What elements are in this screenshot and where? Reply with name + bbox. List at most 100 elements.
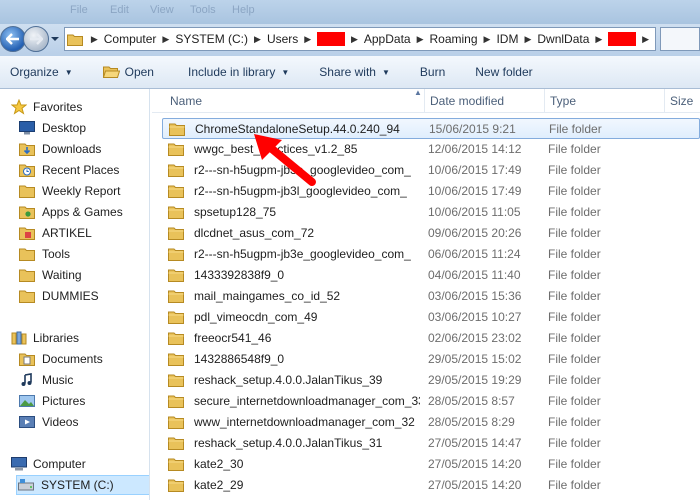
folder-icon	[168, 311, 184, 324]
breadcrumb-separator[interactable]: ▶	[411, 34, 430, 45]
breadcrumb-idm[interactable]: IDM	[496, 32, 518, 46]
refresh-area[interactable]	[660, 27, 700, 51]
nav-dummies[interactable]: DUMMIES	[18, 286, 99, 306]
file-row[interactable]: wwgc_best_practices_v1.2_85 12/06/2015 14…	[162, 139, 700, 160]
open-button[interactable]: Open	[93, 60, 164, 84]
file-date-modified: 02/06/2015 23:02	[428, 331, 522, 345]
breadcrumb-separator[interactable]: ▶	[636, 34, 655, 45]
nav-artikel[interactable]: ARTIKEL	[18, 223, 92, 243]
file-name[interactable]: kate2_30	[194, 454, 420, 475]
file-row[interactable]: kate2_29 27/05/2015 14:20 File folder	[162, 475, 700, 496]
file-row[interactable]: r2---sn-h5ugpm-jb3e_googlevideo_com_ 10/0…	[162, 160, 700, 181]
file-date-modified: 04/06/2015 11:40	[428, 268, 521, 282]
file-row[interactable]: reshack_setup.4.0.0.JalanTikus_31 27/05/2…	[162, 433, 700, 454]
address-bar[interactable]: ▶ Computer ▶ SYSTEM (C:) ▶ Users ▶ ▶ App…	[64, 27, 656, 51]
folder-icon	[168, 479, 184, 492]
file-name[interactable]: www_internetdownloadmanager_com_32	[194, 412, 420, 433]
nav-system-drive[interactable]: SYSTEM (C:)	[16, 475, 149, 495]
file-name[interactable]: wwgc_best_practices_v1.2_85	[194, 139, 420, 160]
file-row[interactable]: spsetup128_75 10/06/2015 11:05 File folder	[162, 202, 700, 223]
breadcrumb-users[interactable]: Users	[267, 32, 298, 46]
file-row[interactable]: freeocr541_46 02/06/2015 23:02 File folder	[162, 328, 700, 349]
file-name[interactable]: r2---sn-h5ugpm-jb3l_googlevideo_com_	[194, 181, 420, 202]
nav-desktop[interactable]: Desktop	[18, 118, 86, 138]
breadcrumb-separator[interactable]: ▶	[345, 34, 364, 45]
nav-documents[interactable]: Documents	[18, 349, 103, 369]
breadcrumb-separator[interactable]: ▶	[518, 34, 537, 45]
breadcrumb-computer[interactable]: Computer	[104, 32, 157, 46]
nav-waiting[interactable]: Waiting	[18, 265, 82, 285]
file-type: File folder	[548, 184, 601, 198]
breadcrumb-roaming[interactable]: Roaming	[430, 32, 478, 46]
file-row[interactable]: 1432886548f9_0 29/05/2015 15:02 File folde…	[162, 349, 700, 370]
column-date-modified[interactable]: Date modified	[424, 89, 544, 113]
file-name[interactable]: spsetup128_75	[194, 202, 420, 223]
menu-edit[interactable]: Edit	[110, 4, 129, 16]
column-type[interactable]: Type	[544, 89, 664, 113]
folder-icon	[168, 248, 184, 261]
nav-music[interactable]: Music	[18, 370, 73, 390]
nav-libraries[interactable]: Libraries	[10, 328, 79, 348]
breadcrumb-separator[interactable]: ▶	[248, 34, 267, 45]
include-in-library-button[interactable]: Include in library ▼	[178, 60, 299, 84]
file-name[interactable]: mail_maingames_co_id_52	[194, 286, 420, 307]
file-name[interactable]: r2---sn-h5ugpm-jb3e_googlevideo_com_	[194, 160, 420, 181]
file-row[interactable]: ChromeStandaloneSetup.44.0.240_94 15/06/2…	[162, 118, 700, 139]
file-name[interactable]: secure_internetdownloadmanager_com_33	[194, 391, 420, 412]
file-name[interactable]: 1433392838f9_0	[194, 265, 420, 286]
file-name[interactable]: kate2_29	[194, 475, 420, 496]
file-row[interactable]: reshack_setup.4.0.0.JalanTikus_39 29/05/2…	[162, 370, 700, 391]
folder-icon	[168, 185, 184, 198]
share-with-button[interactable]: Share with ▼	[309, 60, 400, 84]
file-row[interactable]: kate2_30 27/05/2015 14:20 File folder	[162, 454, 700, 475]
file-row[interactable]: secure_internetdownloadmanager_com_33 28/…	[162, 391, 700, 412]
folder-icon	[168, 290, 184, 303]
nav-recent-places[interactable]: Recent Places	[18, 160, 119, 180]
breadcrumb-dwnldata[interactable]: DwnlData	[537, 32, 589, 46]
file-name[interactable]: reshack_setup.4.0.0.JalanTikus_31	[194, 433, 420, 454]
nav-weekly-report[interactable]: Weekly Report	[18, 181, 120, 201]
menu-file[interactable]: File	[70, 4, 88, 16]
file-row[interactable]: www_internetdownloadmanager_com_32 28/05/…	[162, 412, 700, 433]
menu-view[interactable]: View	[150, 4, 174, 16]
file-row[interactable]: 1433392838f9_0 04/06/2015 11:40 File folde…	[162, 265, 700, 286]
folder-icon	[18, 288, 36, 304]
file-row[interactable]: mail_maingames_co_id_52 03/06/2015 15:36 F…	[162, 286, 700, 307]
burn-button[interactable]: Burn	[410, 60, 455, 84]
breadcrumb-appdata[interactable]: AppData	[364, 32, 411, 46]
breadcrumb-separator[interactable]: ▶	[298, 34, 317, 45]
nav-downloads[interactable]: Downloads	[18, 139, 101, 159]
file-row[interactable]: dlcdnet_asus_com_72 09/06/2015 20:26 File …	[162, 223, 700, 244]
file-name[interactable]: pdl_vimeocdn_com_49	[194, 307, 420, 328]
breadcrumb-separator[interactable]: ▶	[156, 34, 175, 45]
file-name[interactable]: r2---sn-h5ugpm-jb3e_googlevideo_com_	[194, 244, 420, 265]
nav-favorites[interactable]: Favorites	[10, 97, 82, 117]
file-name[interactable]: 1432886548f9_0	[194, 349, 420, 370]
breadcrumb-separator[interactable]: ▶	[478, 34, 497, 45]
file-row[interactable]: r2---sn-h5ugpm-jb3e_googlevideo_com_ 06/0…	[162, 244, 700, 265]
breadcrumb-separator[interactable]: ▶	[589, 34, 608, 45]
file-row[interactable]: pdl_vimeocdn_com_49 03/06/2015 10:27 File …	[162, 307, 700, 328]
chevron-down-icon[interactable]	[50, 34, 60, 44]
file-row[interactable]: r2---sn-h5ugpm-jb3l_googlevideo_com_ 10/0…	[162, 181, 700, 202]
menu-tools[interactable]: Tools	[190, 4, 216, 16]
nav-apps-games[interactable]: Apps & Games	[18, 202, 123, 222]
file-name[interactable]: freeocr541_46	[194, 328, 420, 349]
nav-label: ARTIKEL	[42, 226, 92, 240]
new-folder-button[interactable]: New folder	[465, 60, 542, 84]
nav-pictures[interactable]: Pictures	[18, 391, 85, 411]
breadcrumb-separator[interactable]: ▶	[85, 34, 104, 45]
menu-help[interactable]: Help	[232, 4, 255, 16]
nav-videos[interactable]: Videos	[18, 412, 78, 432]
file-name[interactable]: dlcdnet_asus_com_72	[194, 223, 420, 244]
forward-button[interactable]	[23, 26, 49, 52]
organize-button[interactable]: Organize ▼	[0, 60, 83, 84]
column-name[interactable]: Name	[164, 89, 424, 113]
file-name[interactable]: ChromeStandaloneSetup.44.0.240_94	[195, 119, 421, 140]
folder-open-icon	[102, 65, 120, 79]
nav-tools[interactable]: Tools	[18, 244, 70, 264]
breadcrumb-system-drive[interactable]: SYSTEM (C:)	[175, 32, 248, 46]
file-name[interactable]: reshack_setup.4.0.0.JalanTikus_39	[194, 370, 420, 391]
nav-computer[interactable]: Computer	[10, 454, 86, 474]
column-size[interactable]: Size	[664, 89, 700, 113]
